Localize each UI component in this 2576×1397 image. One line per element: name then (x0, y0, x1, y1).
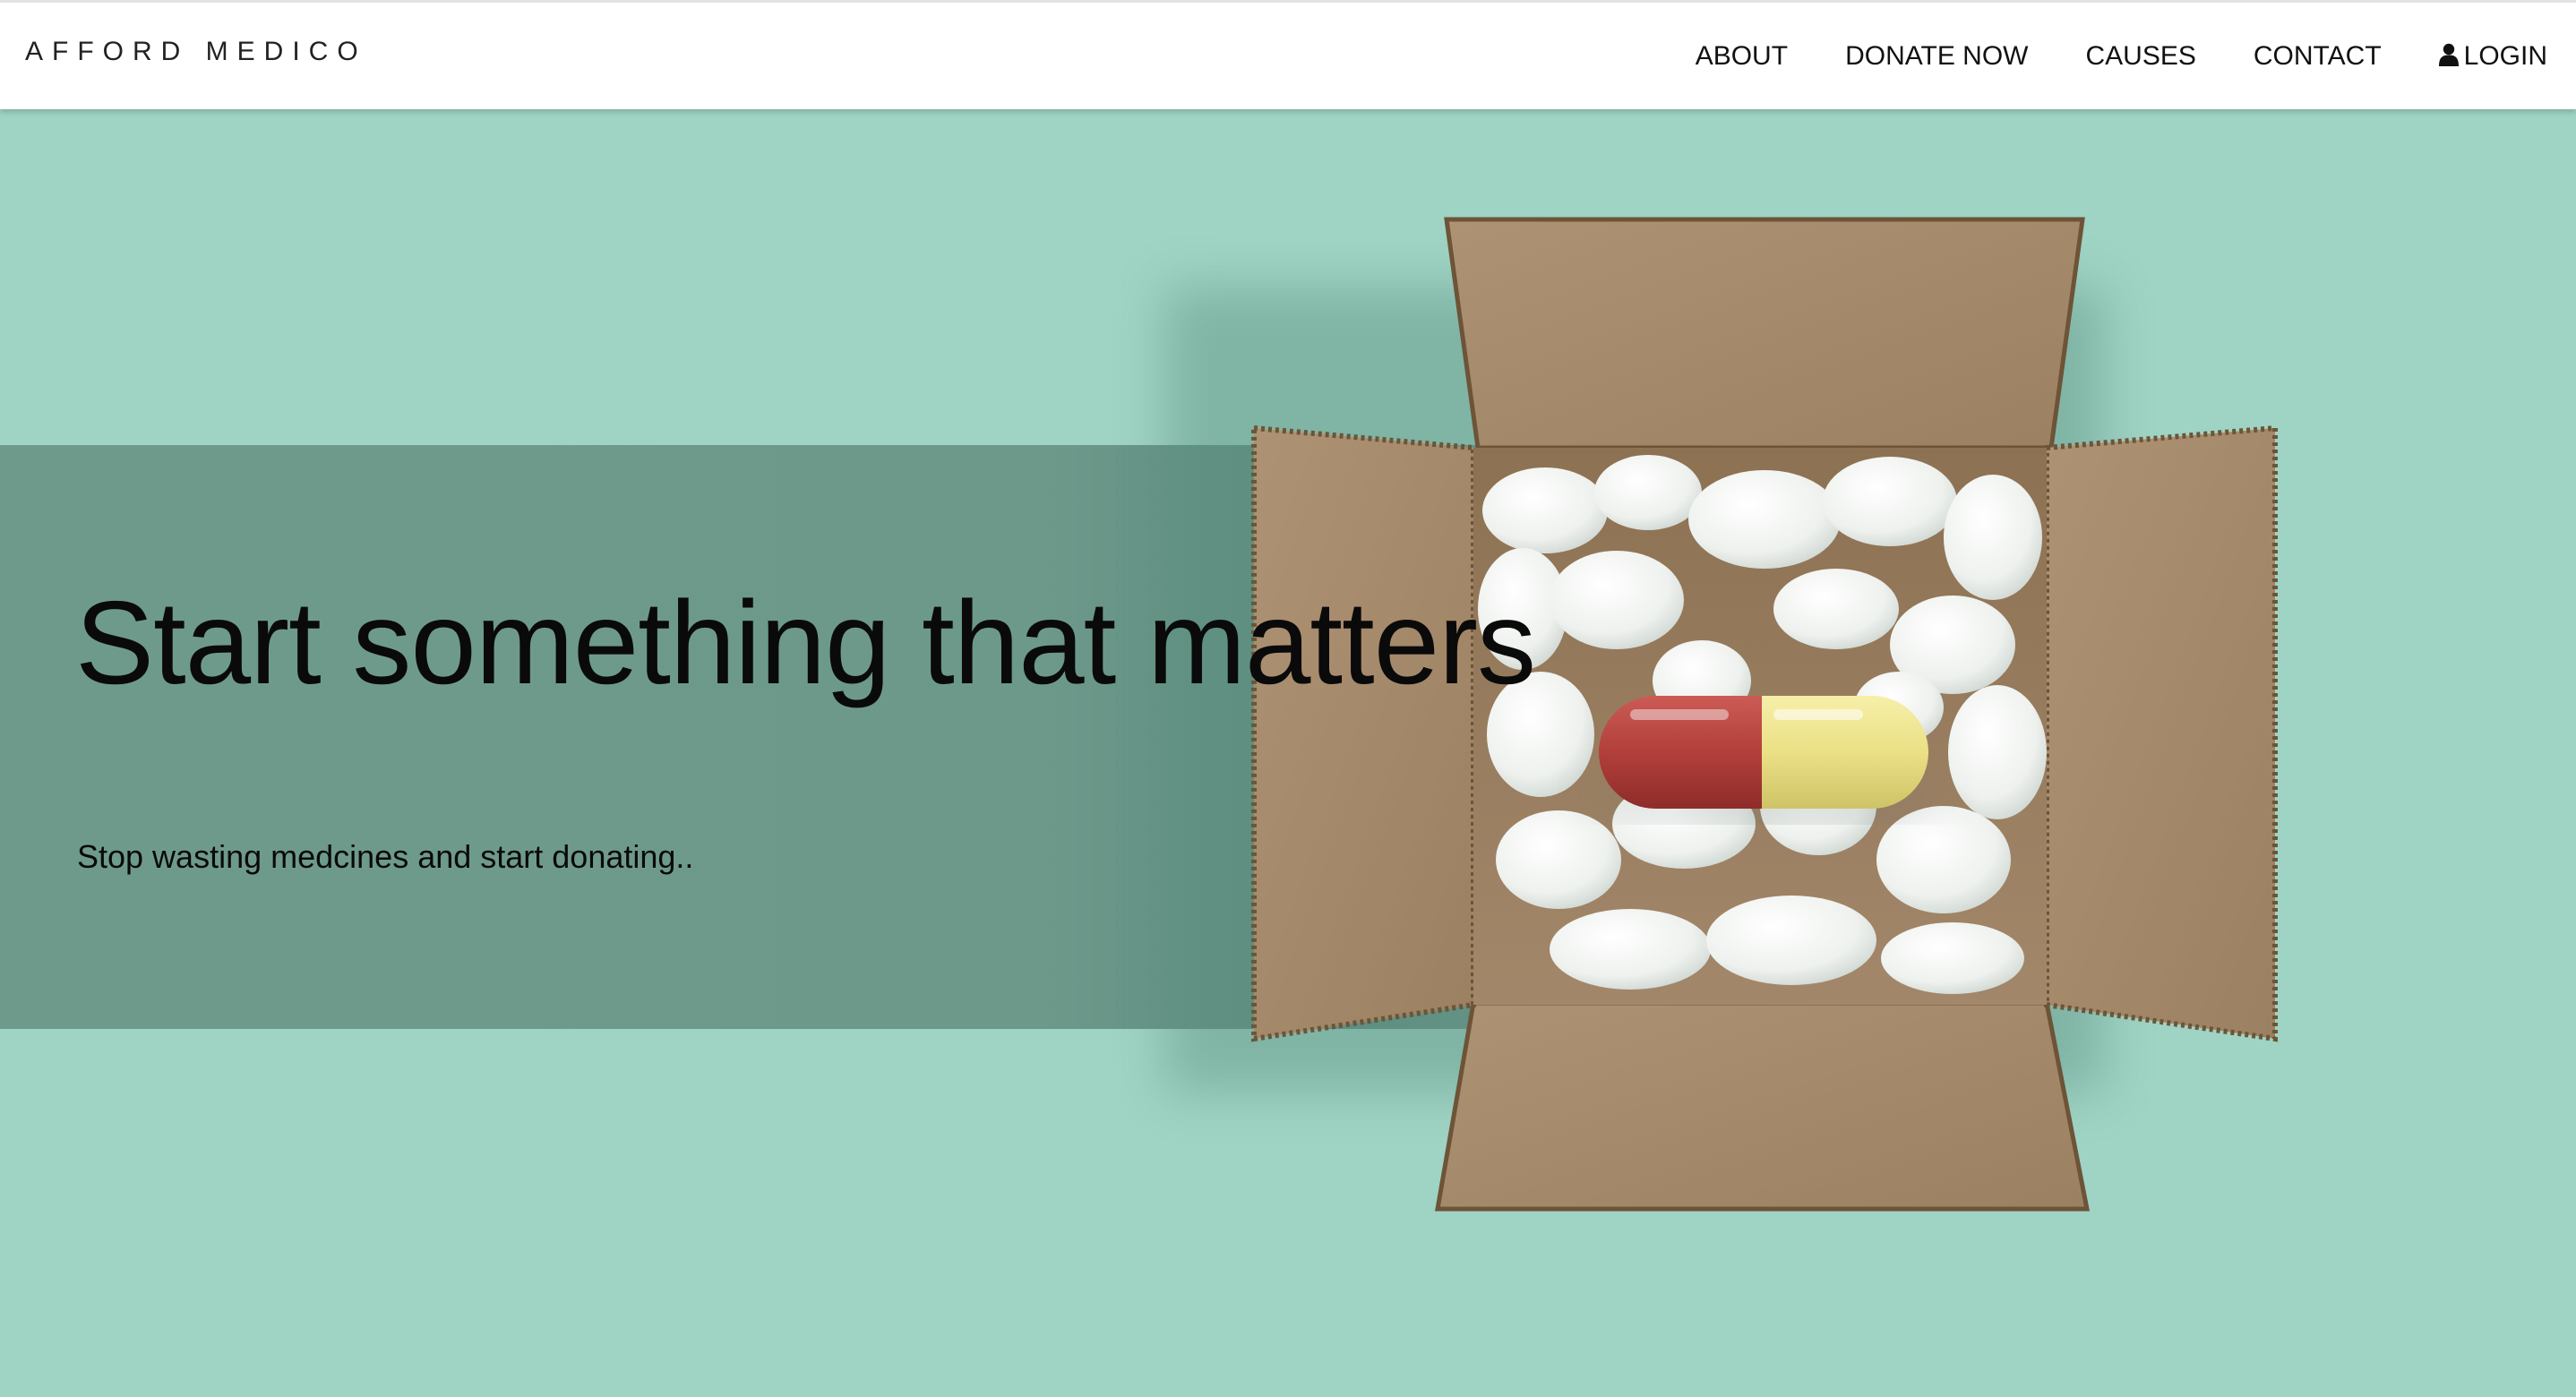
hero-title: Start something that matters (75, 577, 1536, 708)
navbar: AFFORD MEDICO ABOUT DONATE NOW CAUSES CO… (0, 0, 2576, 109)
hero-image (1164, 217, 2278, 1212)
nav-contact[interactable]: CONTACT (2254, 41, 2382, 72)
brand-logo[interactable]: AFFORD MEDICO (25, 37, 367, 67)
nav-donate-now[interactable]: DONATE NOW (1845, 41, 2028, 72)
box-left-flap (1251, 424, 1476, 1042)
nav-login-label: LOGIN (2463, 40, 2547, 71)
nav-about[interactable]: ABOUT (1696, 41, 1788, 72)
nav-links: ABOUT DONATE NOW CAUSES CONTACT LOGIN (1638, 3, 2547, 109)
capsule-pill (1594, 696, 1935, 817)
box-bottom-flap (1435, 1000, 2091, 1212)
box-top-flap (1444, 217, 2085, 450)
nav-login[interactable]: LOGIN (2438, 40, 2547, 72)
hero-subtitle: Stop wasting medcines and start donating… (77, 838, 694, 875)
user-icon (2438, 43, 2459, 66)
nav-causes[interactable]: CAUSES (2086, 41, 2196, 72)
box-right-flap (2044, 424, 2278, 1042)
